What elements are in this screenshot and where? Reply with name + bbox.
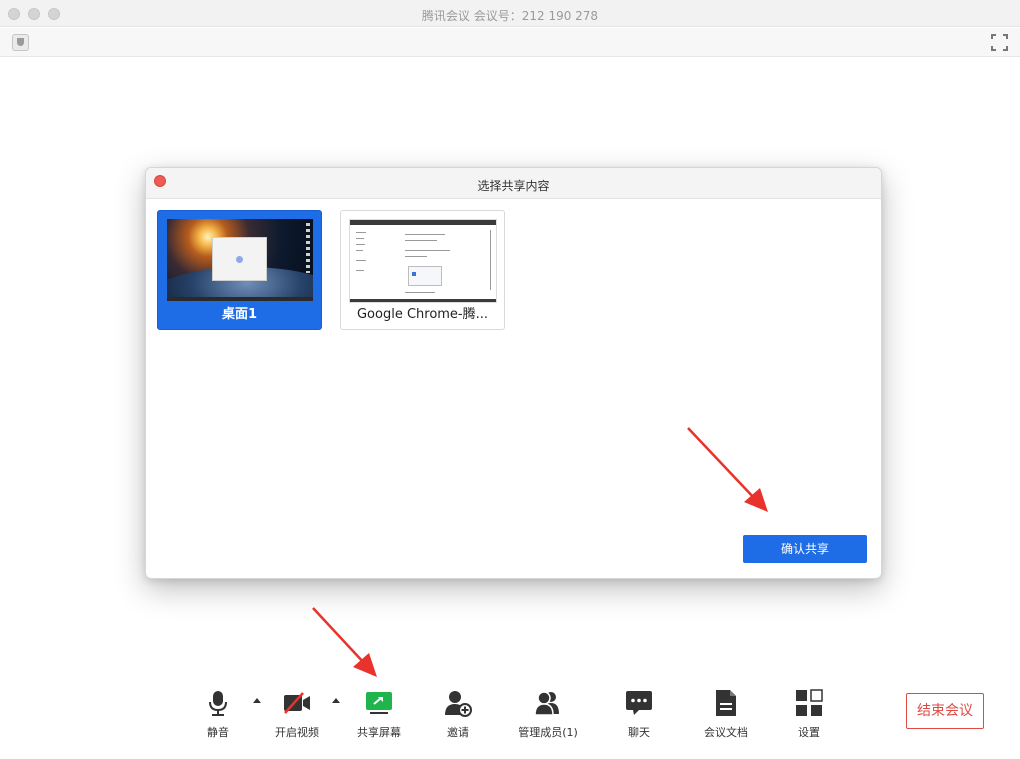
share-screen-icon bbox=[366, 692, 392, 714]
toolbar-label: 静音 bbox=[207, 726, 229, 739]
window-titlebar: 腾讯会议 会议号：212 190 278 bbox=[0, 0, 1020, 27]
desktop-thumbnail bbox=[167, 219, 313, 301]
dialog-header: 选择共享内容 bbox=[146, 168, 881, 199]
toolbar-label: 共享屏幕 bbox=[357, 726, 401, 739]
toolbar-label: 管理成员(1) bbox=[518, 726, 578, 739]
window-title: 腾讯会议 会议号：212 190 278 bbox=[421, 9, 599, 23]
audio-options-chevron-icon[interactable] bbox=[253, 698, 261, 703]
dialog-title: 选择共享内容 bbox=[477, 179, 550, 193]
toolbar-label: 会议文档 bbox=[704, 726, 748, 739]
confirm-share-button[interactable]: 确认共享 bbox=[743, 535, 867, 563]
toolbar-label: 设置 bbox=[798, 726, 820, 739]
toolbar-label: 邀请 bbox=[447, 726, 469, 739]
document-icon bbox=[716, 690, 736, 716]
members-icon bbox=[534, 691, 559, 716]
start-video-button[interactable]: 开启视频 bbox=[262, 689, 332, 741]
settings-button[interactable]: 设置 bbox=[774, 689, 844, 741]
meeting-docs-button[interactable]: 会议文档 bbox=[691, 689, 761, 741]
toolbar-label: 聊天 bbox=[628, 726, 650, 739]
annotation-arrow-share-icon bbox=[312, 607, 377, 677]
fullscreen-icon[interactable] bbox=[991, 34, 1008, 51]
share-tile-label: Google Chrome-腾... bbox=[356, 307, 489, 322]
invite-button[interactable]: 邀请 bbox=[423, 689, 493, 741]
annotation-arrow-confirm-icon bbox=[687, 427, 768, 512]
video-off-icon bbox=[284, 692, 310, 714]
chat-button[interactable]: 聊天 bbox=[604, 689, 674, 741]
manage-members-button[interactable]: 管理成员(1) bbox=[513, 689, 583, 741]
toolbar-label: 开启视频 bbox=[275, 726, 319, 739]
end-meeting-button[interactable]: 结束会议 bbox=[906, 693, 984, 729]
settings-icon bbox=[796, 689, 823, 716]
video-options-chevron-icon[interactable] bbox=[332, 698, 340, 703]
invite-icon bbox=[445, 691, 472, 717]
share-tile-label: 桌面1 bbox=[221, 307, 258, 322]
chat-icon bbox=[626, 691, 652, 715]
microphone-icon bbox=[209, 691, 227, 716]
meeting-info-strip bbox=[0, 28, 1020, 57]
mute-button[interactable]: 静音 bbox=[183, 689, 253, 741]
share-tile-desktop[interactable]: 桌面1 bbox=[157, 210, 322, 330]
security-shield-icon[interactable] bbox=[12, 34, 29, 51]
share-screen-button[interactable]: 共享屏幕 bbox=[344, 689, 414, 741]
share-tile-chrome-window[interactable]: Google Chrome-腾... bbox=[340, 210, 505, 330]
chrome-window-thumbnail bbox=[349, 219, 497, 303]
